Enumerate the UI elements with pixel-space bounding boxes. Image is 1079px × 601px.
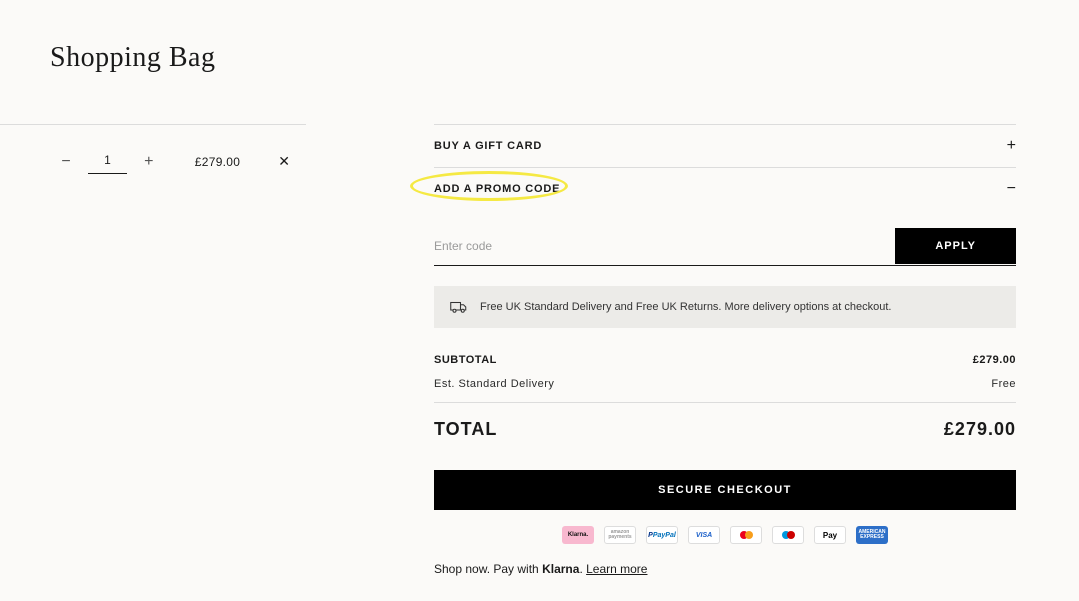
promo-code-input[interactable]	[434, 228, 895, 264]
apply-promo-button[interactable]: APPLY	[895, 228, 1016, 264]
secure-checkout-button[interactable]: SECURE CHECKOUT	[434, 470, 1016, 510]
plus-icon: +	[1007, 138, 1016, 154]
qty-increase-button[interactable]: +	[141, 153, 157, 171]
mastercard-icon	[730, 526, 762, 544]
klarna-message: Shop now. Pay with Klarna. Learn more	[434, 562, 1016, 576]
total-value: £279.00	[944, 419, 1016, 440]
klarna-icon: Klarna.	[562, 526, 594, 544]
klarna-brand: Klarna	[542, 562, 579, 576]
subtotal-value: £279.00	[973, 354, 1016, 366]
delivery-label: Est. Standard Delivery	[434, 378, 554, 390]
promo-code-label: ADD A PROMO CODE	[434, 183, 560, 195]
shipping-banner-text: Free UK Standard Delivery and Free UK Re…	[480, 301, 891, 313]
klarna-prefix: Shop now. Pay with	[434, 562, 542, 576]
quantity-stepper: − 1 +	[58, 149, 157, 174]
paypal-icon: PPayPal	[646, 526, 678, 544]
divider	[434, 402, 1016, 403]
page-title: Shopping Bag	[0, 0, 1079, 74]
payment-methods: Klarna. amazon payments PPayPal VISA Pay…	[434, 526, 1016, 544]
shipping-banner: Free UK Standard Delivery and Free UK Re…	[434, 286, 1016, 328]
amex-icon: AMERICAN EXPRESS	[856, 526, 888, 544]
apple-pay-icon: Pay	[814, 526, 846, 544]
gift-card-accordion[interactable]: BUY A GIFT CARD +	[434, 125, 1016, 167]
minus-icon: −	[1007, 181, 1016, 197]
line-item-price: £279.00	[195, 155, 240, 169]
subtotal-label: SUBTOTAL	[434, 354, 497, 366]
qty-value: 1	[88, 149, 127, 174]
qty-decrease-button[interactable]: −	[58, 153, 74, 171]
visa-icon: VISA	[688, 526, 720, 544]
truck-icon	[450, 300, 468, 314]
cart-items-panel: − 1 + £279.00 ✕	[0, 124, 306, 576]
klarna-learn-more-link[interactable]: Learn more	[586, 562, 647, 576]
promo-code-accordion[interactable]: ADD A PROMO CODE −	[434, 167, 1016, 210]
maestro-icon	[772, 526, 804, 544]
delivery-value: Free	[991, 378, 1016, 390]
promo-input-row: APPLY	[434, 228, 1016, 266]
remove-item-button[interactable]: ✕	[278, 153, 290, 170]
amazon-payments-icon: amazon payments	[604, 526, 636, 544]
total-label: TOTAL	[434, 419, 497, 440]
order-summary-panel: BUY A GIFT CARD + ADD A PROMO CODE − APP…	[434, 124, 1016, 576]
cart-line-item: − 1 + £279.00 ✕	[0, 149, 306, 174]
gift-card-label: BUY A GIFT CARD	[434, 140, 542, 152]
